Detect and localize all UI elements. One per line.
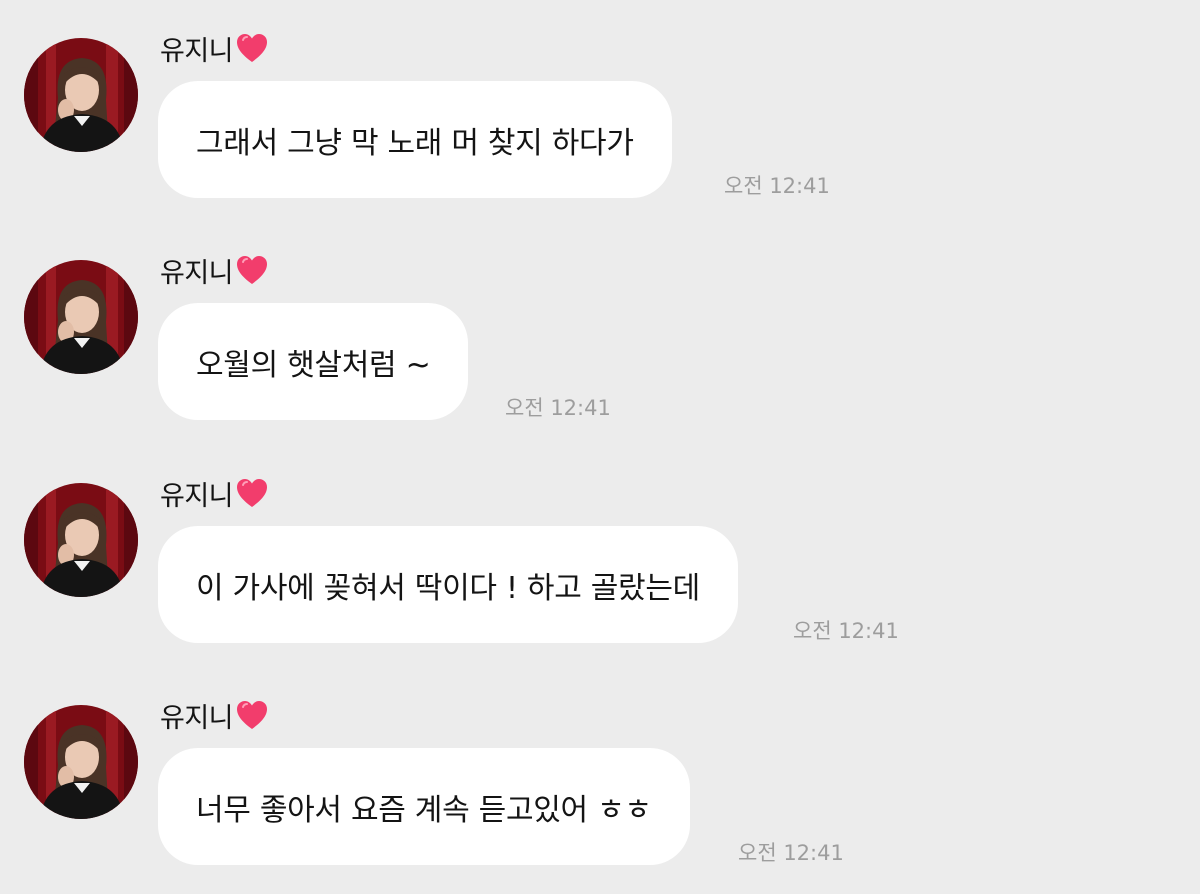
message-text: 그래서 그냥 막 노래 머 찾지 하다가 bbox=[196, 125, 634, 161]
sender-name-text: 유지니 bbox=[160, 480, 234, 512]
sender-name-text: 유지니 bbox=[160, 35, 234, 67]
sender-name: 유지니 bbox=[160, 473, 269, 513]
message-row: 유지니 그래서 그냥 막 노래 머 찾지 하다가 오전 12:41 bbox=[0, 0, 1200, 222]
message-bubble[interactable]: 너무 좋아서 요즘 계속 듣고있어 ㅎㅎ bbox=[158, 748, 690, 865]
message-row: 유지니 너무 좋아서 요즘 계속 듣고있어 ㅎㅎ 오전 12:41 bbox=[0, 667, 1200, 889]
message-bubble[interactable]: 오월의 햇살처럼 ~ bbox=[158, 303, 469, 420]
sender-avatar[interactable] bbox=[24, 483, 138, 597]
message-bubble[interactable]: 그래서 그냥 막 노래 머 찾지 하다가 bbox=[158, 81, 672, 198]
message-text: 오월의 햇살처럼 ~ bbox=[196, 347, 431, 383]
message-text: 너무 좋아서 요즘 계속 듣고있어 ㅎㅎ bbox=[196, 792, 652, 828]
message-timestamp: 오전 12:41 bbox=[505, 396, 611, 420]
message-row: 유지니 오월의 햇살처럼 ~ 오전 12:41 bbox=[0, 222, 1200, 444]
message-timestamp: 오전 12:41 bbox=[738, 841, 844, 865]
sender-name: 유지니 bbox=[160, 28, 269, 68]
message-timestamp: 오전 12:41 bbox=[724, 174, 830, 198]
sender-name-text: 유지니 bbox=[160, 702, 234, 734]
sender-avatar[interactable] bbox=[24, 705, 138, 819]
heart-icon bbox=[235, 477, 269, 509]
heart-icon bbox=[235, 699, 269, 731]
sender-name: 유지니 bbox=[160, 250, 269, 290]
chat-room: 유지니 그래서 그냥 막 노래 머 찾지 하다가 오전 12:41 유지니 오월… bbox=[0, 0, 1200, 894]
message-row: 유지니 이 가사에 꽂혀서 딱이다 ! 하고 골랐는데 오전 12:41 bbox=[0, 445, 1200, 667]
message-timestamp: 오전 12:41 bbox=[793, 619, 899, 643]
sender-name: 유지니 bbox=[160, 695, 269, 735]
message-bubble[interactable]: 이 가사에 꽂혀서 딱이다 ! 하고 골랐는데 bbox=[158, 526, 738, 643]
heart-icon bbox=[235, 254, 269, 286]
sender-avatar[interactable] bbox=[24, 260, 138, 374]
heart-icon bbox=[235, 32, 269, 64]
sender-name-text: 유지니 bbox=[160, 257, 234, 289]
sender-avatar[interactable] bbox=[24, 38, 138, 152]
message-text: 이 가사에 꽂혀서 딱이다 ! 하고 골랐는데 bbox=[196, 570, 700, 606]
